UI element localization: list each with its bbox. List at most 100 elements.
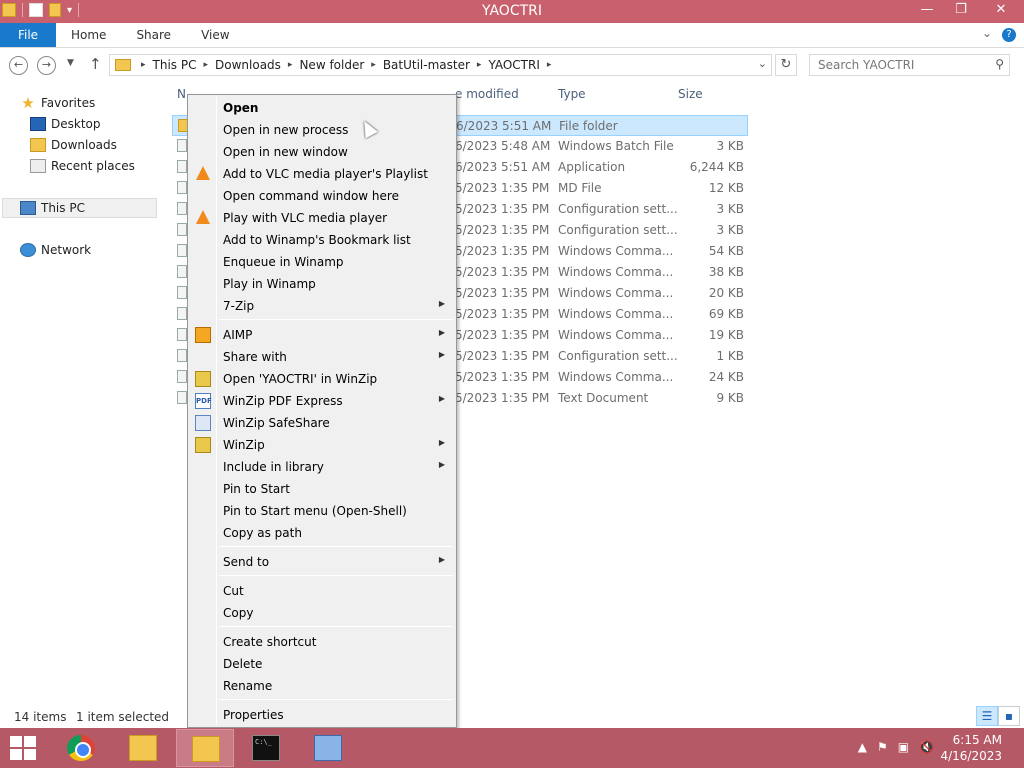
menu-item-share-with[interactable]: Share with ▶: [190, 346, 454, 368]
taskbar-file-explorer[interactable]: [114, 729, 172, 767]
breadcrumb-chevron-icon[interactable]: ▸: [284, 60, 297, 70]
tab-share[interactable]: Share: [121, 23, 186, 47]
recent-locations-chevron-icon[interactable]: ▼: [67, 58, 74, 68]
forward-button[interactable]: →: [37, 56, 56, 75]
menu-item-properties[interactable]: Properties: [190, 704, 454, 726]
address-history-chevron-icon[interactable]: ⌄: [758, 57, 767, 70]
up-arrow-icon[interactable]: ↑: [89, 55, 102, 73]
back-button[interactable]: ←: [9, 56, 28, 75]
breadcrumb-chevron-icon[interactable]: ▸: [543, 60, 556, 70]
menu-item-aimp[interactable]: AIMP ▶: [190, 324, 454, 346]
taskbar-command-prompt[interactable]: C:\_: [237, 729, 295, 767]
menu-item-winzip-safeshare[interactable]: WinZip SafeShare: [190, 412, 454, 434]
menu-item-open-command-window-here[interactable]: Open command window here: [190, 185, 454, 207]
breadcrumb-yaoctri[interactable]: YAOCTRI: [485, 58, 542, 72]
menu-item-play-in-winamp[interactable]: Play in Winamp: [190, 273, 454, 295]
cell-type: Windows Comma...: [558, 328, 674, 342]
nav-downloads-label: Downloads: [51, 138, 117, 152]
menu-item-add-to-vlc-media-player-s-playlist[interactable]: Add to VLC media player's Playlist: [190, 163, 454, 185]
menu-item-delete[interactable]: Delete: [190, 653, 454, 675]
tab-file[interactable]: File: [0, 23, 56, 47]
tab-view[interactable]: View: [186, 23, 244, 47]
search-icon[interactable]: ⚲: [995, 57, 1004, 71]
nav-favorites[interactable]: ★ Favorites: [20, 93, 95, 113]
breadcrumb-this-pc[interactable]: This PC: [150, 58, 200, 72]
start-button[interactable]: [10, 736, 36, 760]
menu-item-label: Rename: [223, 679, 273, 693]
menu-item-include-in-library[interactable]: Include in library ▶: [190, 456, 454, 478]
action-center-flag-icon[interactable]: ⚑: [877, 740, 888, 754]
menu-item-send-to[interactable]: Send to ▶: [190, 551, 454, 573]
aimp-icon: [195, 327, 211, 343]
item-count: 14 items: [14, 710, 67, 724]
menu-item-label: Pin to Start menu (Open-Shell): [223, 504, 407, 518]
file-icon: [177, 265, 187, 278]
menu-item-label: AIMP: [223, 328, 253, 342]
menu-item-copy-as-path[interactable]: Copy as path: [190, 522, 454, 544]
ribbon-tabs: File Home Share View ⌄ ?: [0, 23, 1024, 48]
taskbar-file-explorer-active[interactable]: [176, 729, 234, 767]
menu-item-enqueue-in-winamp[interactable]: Enqueue in Winamp: [190, 251, 454, 273]
address-bar[interactable]: ▸ This PC ▸ Downloads ▸ New folder ▸ Bat…: [109, 54, 772, 76]
cell-size: 12 KB: [708, 181, 744, 195]
details-view-button[interactable]: ☰: [976, 706, 998, 726]
nav-this-pc-label: This PC: [41, 201, 85, 215]
nav-downloads[interactable]: Downloads: [30, 135, 117, 155]
nav-this-pc[interactable]: This PC: [2, 198, 157, 218]
column-header-size[interactable]: Size: [678, 87, 703, 107]
submenu-arrow-icon: ▶: [438, 299, 445, 308]
minimize-button[interactable]: —: [910, 0, 944, 22]
menu-item-winzip[interactable]: WinZip ▶: [190, 434, 454, 456]
breadcrumb-chevron-icon[interactable]: ▸: [473, 60, 486, 70]
breadcrumb-new-folder[interactable]: New folder: [296, 58, 367, 72]
taskbar-chrome[interactable]: [52, 729, 110, 767]
menu-item-open[interactable]: Open: [190, 97, 454, 119]
submenu-arrow-icon: ▶: [438, 555, 445, 564]
large-icons-view-button[interactable]: ▪: [998, 706, 1020, 726]
windows-logo-icon: [24, 749, 36, 760]
tab-home[interactable]: Home: [56, 23, 121, 47]
menu-item-pin-to-start[interactable]: Pin to Start: [190, 478, 454, 500]
menu-item-open-yaoctri-in-winzip[interactable]: Open 'YAOCTRI' in WinZip: [190, 368, 454, 390]
taskbar: C:\_ ▲ ⚑ ▣ 🔇 6:15 AM 4/16/2023: [0, 728, 1024, 768]
search-input[interactable]: [818, 55, 988, 75]
menu-item-label: Properties: [223, 708, 284, 722]
taskbar-remote-desktop[interactable]: [299, 729, 357, 767]
breadcrumb-batutil-master[interactable]: BatUtil-master: [380, 58, 473, 72]
breadcrumb-chevron-icon[interactable]: ▸: [199, 60, 212, 70]
close-button[interactable]: ✕: [978, 0, 1024, 22]
search-box[interactable]: ⚲: [809, 54, 1010, 76]
breadcrumb-chevron-icon[interactable]: ▸: [137, 60, 150, 70]
breadcrumb-chevron-icon[interactable]: ▸: [367, 60, 380, 70]
refresh-button[interactable]: ↻: [775, 54, 797, 76]
cell-size: 9 KB: [716, 391, 744, 405]
clock[interactable]: 6:15 AM 4/16/2023: [940, 732, 1002, 764]
menu-item-cut[interactable]: Cut: [190, 580, 454, 602]
nav-recent-places[interactable]: Recent places: [30, 156, 135, 176]
submenu-arrow-icon: ▶: [438, 328, 445, 337]
show-hidden-icons-chevron-icon[interactable]: ▲: [858, 740, 867, 754]
maximize-button[interactable]: ❐: [944, 0, 978, 22]
menu-item-rename[interactable]: Rename: [190, 675, 454, 697]
volume-muted-icon[interactable]: 🔇: [919, 740, 934, 754]
menu-item-winzip-pdf-express[interactable]: PDF WinZip PDF Express ▶: [190, 390, 454, 412]
menu-item-play-with-vlc-media-player[interactable]: Play with VLC media player: [190, 207, 454, 229]
menu-item-create-shortcut[interactable]: Create shortcut: [190, 631, 454, 653]
menu-item-copy[interactable]: Copy: [190, 602, 454, 624]
menu-item-open-in-new-window[interactable]: Open in new window: [190, 141, 454, 163]
folder-icon: [115, 59, 131, 71]
expand-ribbon-chevron-icon[interactable]: ⌄: [982, 26, 992, 40]
breadcrumb-downloads[interactable]: Downloads: [212, 58, 284, 72]
menu-item-open-in-new-process[interactable]: Open in new process: [190, 119, 454, 141]
network-status-icon[interactable]: ▣: [898, 740, 909, 754]
menu-item-pin-to-start-menu-open-shell[interactable]: Pin to Start menu (Open-Shell): [190, 500, 454, 522]
help-icon[interactable]: ?: [1002, 28, 1016, 42]
column-header-date-modified[interactable]: e modified: [455, 87, 519, 107]
nav-network[interactable]: Network: [20, 240, 91, 260]
menu-item-add-to-winamp-s-bookmark-list[interactable]: Add to Winamp's Bookmark list: [190, 229, 454, 251]
column-header-type[interactable]: Type: [558, 87, 586, 107]
clock-date: 4/16/2023: [940, 749, 1002, 763]
nav-desktop[interactable]: Desktop: [30, 114, 101, 134]
menu-item-7-zip[interactable]: 7-Zip ▶: [190, 295, 454, 317]
column-header-name[interactable]: N: [177, 87, 186, 107]
